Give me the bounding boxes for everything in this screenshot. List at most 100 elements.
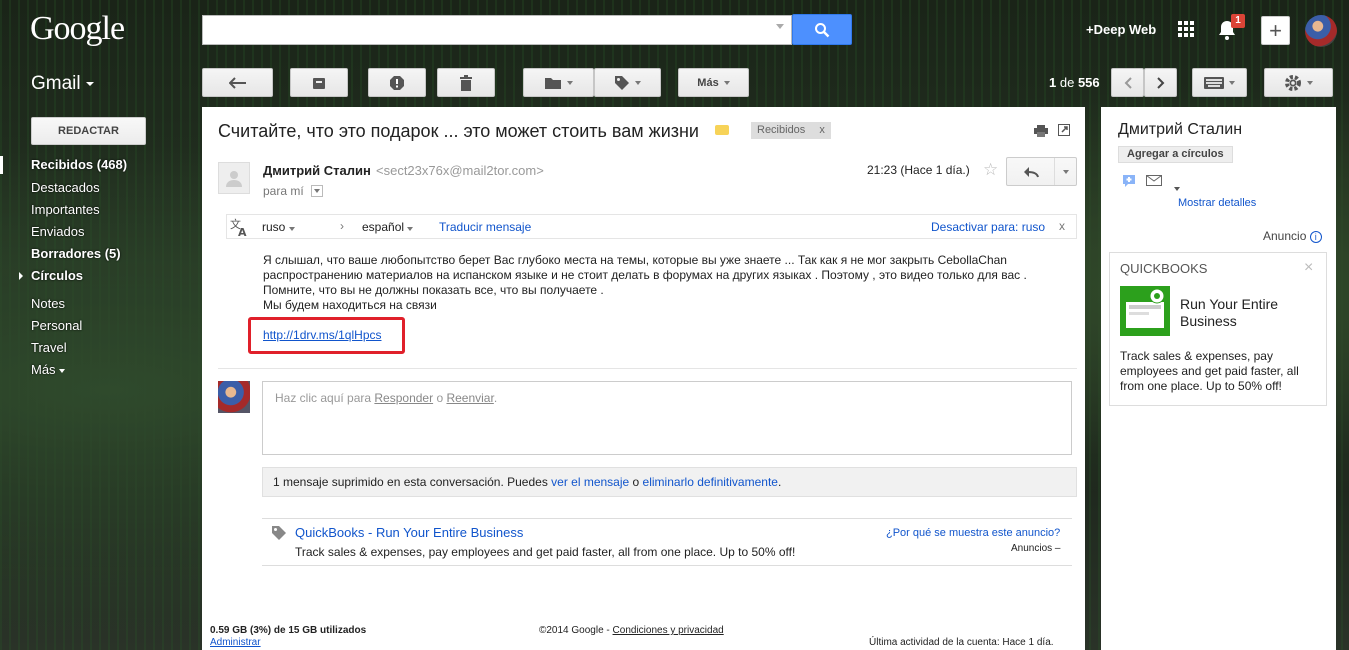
labels-button[interactable] bbox=[594, 68, 661, 97]
delete-button[interactable] bbox=[437, 68, 495, 97]
nav-item-personal[interactable]: Personal bbox=[31, 318, 82, 333]
translate-message-link[interactable]: Traducir mensaje bbox=[439, 220, 531, 234]
quick-reply-box[interactable]: Haz clic aquí para Responder o Reenviar. bbox=[262, 381, 1072, 455]
nav-item-drafts[interactable]: Borradores (5) bbox=[31, 246, 121, 261]
plus-icon: + bbox=[1269, 17, 1282, 43]
nav-item-inbox[interactable]: Recibidos (468) bbox=[31, 157, 127, 172]
terms-link[interactable]: Condiciones y privacidad bbox=[613, 625, 724, 636]
forward-link[interactable]: Reenviar bbox=[446, 391, 493, 405]
ad-label: Anuncio i bbox=[1263, 229, 1322, 243]
expand-circles-icon[interactable] bbox=[19, 272, 23, 280]
google-logo[interactable]: Google bbox=[30, 10, 125, 48]
keyboard-icon bbox=[1204, 76, 1224, 89]
sender-name[interactable]: Дмитрий Сталин bbox=[263, 163, 371, 178]
inline-ad-title[interactable]: QuickBooks - Run Your Entire Business bbox=[295, 525, 523, 540]
reply-link[interactable]: Responder bbox=[374, 391, 433, 405]
divider bbox=[218, 368, 1077, 369]
search-button[interactable] bbox=[792, 14, 852, 45]
ad-label-text: Anuncio bbox=[1263, 229, 1307, 243]
move-to-button[interactable] bbox=[523, 68, 594, 97]
my-avatar bbox=[218, 381, 250, 413]
reply-prompt-suffix: . bbox=[493, 391, 498, 405]
sidebar-ad-headline[interactable]: Run Your Entire Business bbox=[1180, 296, 1320, 330]
close-ad-button[interactable]: × bbox=[1304, 259, 1313, 277]
contact-name[interactable]: Дмитрий Сталин bbox=[1118, 121, 1242, 139]
star-icon[interactable]: ☆ bbox=[983, 160, 998, 180]
gmail-app-switcher[interactable]: Gmail bbox=[31, 73, 81, 95]
new-window-icon[interactable] bbox=[1058, 124, 1070, 136]
manage-storage-link[interactable]: Administrar bbox=[210, 637, 261, 648]
nav-item-circles[interactable]: Círculos bbox=[31, 268, 83, 283]
search-options-caret-icon[interactable] bbox=[776, 24, 784, 29]
close-translate-button[interactable]: x bbox=[1059, 219, 1065, 233]
newer-button[interactable] bbox=[1111, 68, 1144, 97]
search-input[interactable] bbox=[202, 15, 792, 45]
user-profile-link[interactable]: +Deep Web bbox=[1086, 22, 1156, 37]
pager-total: 556 bbox=[1077, 75, 1100, 90]
nav-item-starred[interactable]: Destacados bbox=[31, 180, 100, 195]
pager-of: de bbox=[1059, 75, 1075, 90]
gear-icon bbox=[1285, 74, 1301, 91]
chevron-down-icon[interactable] bbox=[86, 82, 94, 86]
inline-ad-text: Track sales & expenses, pay employees an… bbox=[295, 545, 796, 559]
label-chip-text: Recibidos bbox=[757, 124, 806, 136]
inline-ad-advertiser[interactable]: QuickBooks bbox=[295, 525, 364, 540]
search-icon bbox=[815, 22, 830, 37]
nav-item-sent[interactable]: Enviados bbox=[31, 224, 84, 239]
show-details-link[interactable]: Mostrar detalles bbox=[1178, 197, 1256, 209]
show-details-chevron-icon[interactable] bbox=[311, 185, 323, 197]
importance-label-icon[interactable] bbox=[715, 125, 729, 135]
deleted-message-notice: 1 mensaje suprimido en esta conversación… bbox=[262, 467, 1077, 497]
source-language-select[interactable]: ruso bbox=[262, 220, 295, 234]
inline-ad-headline[interactable]: Run Your Entire Business bbox=[376, 525, 523, 540]
older-button[interactable] bbox=[1144, 68, 1177, 97]
delete-forever-link[interactable]: eliminarlo definitivamente bbox=[643, 475, 778, 489]
disable-translation-link[interactable]: Desactivar para: ruso bbox=[931, 220, 1045, 234]
info-icon[interactable]: i bbox=[1309, 231, 1322, 243]
account-avatar[interactable] bbox=[1305, 15, 1337, 47]
chat-icon[interactable] bbox=[1122, 174, 1136, 188]
tag-icon bbox=[615, 75, 629, 90]
sidebar-ad-text: Track sales & expenses, pay employees an… bbox=[1120, 349, 1299, 393]
notification-count-badge: 1 bbox=[1231, 14, 1245, 28]
share-plus-button[interactable]: + bbox=[1261, 16, 1290, 45]
nav-item-travel[interactable]: Travel bbox=[31, 340, 67, 355]
more-actions-button[interactable]: Más bbox=[678, 68, 749, 97]
print-icon[interactable] bbox=[1034, 125, 1048, 137]
deleted-notice-middle: o bbox=[629, 475, 643, 489]
message-panel bbox=[202, 107, 1085, 650]
mail-icon[interactable] bbox=[1146, 175, 1162, 186]
view-message-link[interactable]: ver el mensaje bbox=[551, 475, 629, 489]
pager-range: 1 bbox=[1049, 75, 1057, 90]
trash-icon bbox=[460, 74, 472, 91]
more-actions-label: Más bbox=[697, 76, 719, 89]
input-tools-button[interactable] bbox=[1192, 68, 1247, 97]
copyright-text: ©2014 Google - bbox=[539, 625, 613, 636]
pager-text: 1 de 556 bbox=[1049, 75, 1100, 90]
footer-copyright: ©2014 Google - Condiciones y privacidad bbox=[539, 625, 724, 636]
why-this-ad-link[interactable]: ¿Por qué se muestra este anuncio? bbox=[886, 527, 1060, 539]
reply-more-menu[interactable] bbox=[1055, 158, 1076, 185]
sender-avatar[interactable] bbox=[218, 162, 250, 194]
remove-label-button[interactable]: x bbox=[819, 122, 825, 139]
source-language: ruso bbox=[262, 220, 286, 234]
back-button[interactable] bbox=[202, 68, 273, 97]
reply-button[interactable] bbox=[1006, 157, 1077, 186]
email-body-paragraph: Мы будем находиться на связи bbox=[263, 298, 437, 312]
apps-icon[interactable] bbox=[1178, 21, 1194, 37]
nav-item-notes[interactable]: Notes bbox=[31, 296, 65, 311]
inline-ad-separator: - bbox=[364, 525, 376, 540]
quickbooks-logo-icon[interactable] bbox=[1120, 286, 1170, 336]
target-language-select[interactable]: español bbox=[362, 220, 414, 234]
email-body-link[interactable]: http://1drv.ms/1qlHpcs bbox=[263, 328, 382, 342]
nav-item-more[interactable]: Más bbox=[31, 362, 66, 377]
compose-button[interactable]: REDACTAR bbox=[31, 117, 146, 145]
more-contact-actions[interactable] bbox=[1174, 179, 1180, 194]
report-spam-button[interactable] bbox=[368, 68, 426, 97]
archive-button[interactable] bbox=[290, 68, 348, 97]
add-to-circles-button[interactable]: Agregar a círculos bbox=[1118, 146, 1233, 163]
spam-icon bbox=[390, 75, 404, 90]
nav-more-label: Más bbox=[31, 362, 56, 377]
settings-button[interactable] bbox=[1264, 68, 1333, 97]
nav-item-important[interactable]: Importantes bbox=[31, 202, 100, 217]
